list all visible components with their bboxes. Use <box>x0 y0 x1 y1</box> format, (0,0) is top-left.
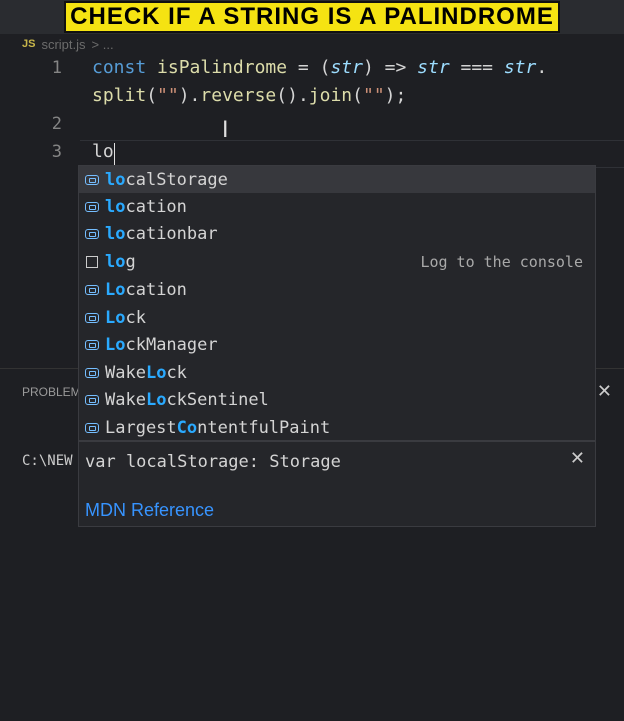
method-join: join <box>308 85 353 106</box>
mdn-reference-link[interactable]: MDN Reference <box>85 500 214 521</box>
method-reverse: reverse <box>200 85 277 106</box>
string-literal: "" <box>362 85 385 106</box>
line-number: 1 <box>51 58 62 78</box>
suggestion-item[interactable]: log Log to the console <box>79 248 595 275</box>
suggestion-item[interactable]: locationbar <box>79 220 595 247</box>
breadcrumb[interactable]: JS script.js > ... <box>0 34 624 54</box>
breadcrumb-filename[interactable]: script.js <box>41 37 85 52</box>
variable-icon <box>79 228 105 239</box>
suggestion-item[interactable]: WakeLockSentinel <box>79 386 595 413</box>
suggestion-widget[interactable]: localStorage location locationbar log Lo… <box>78 165 596 441</box>
suggestion-item[interactable]: LockManager <box>79 331 595 358</box>
suggestion-detail: Log to the console <box>420 252 583 271</box>
variable-icon <box>79 422 105 433</box>
code-line-1: const isPalindrome = (str) => str === st… <box>92 57 547 78</box>
suggestion-item[interactable]: localStorage <box>79 166 595 193</box>
suggestion-label: log <box>105 251 136 272</box>
video-title-banner: CHECK IF A STRING IS A PALINDROME <box>0 0 624 34</box>
suggestion-item[interactable]: WakeLock <box>79 359 595 386</box>
suggestion-label: LockManager <box>105 334 218 355</box>
code-token: ). <box>178 85 201 106</box>
code-token: (). <box>276 85 309 106</box>
suggestion-label: Lock <box>105 307 146 328</box>
suggestion-label: localStorage <box>105 169 228 190</box>
line-number: 2 <box>51 114 62 134</box>
javascript-file-icon: JS <box>22 38 36 50</box>
panel-close-icon[interactable]: ✕ <box>597 381 612 402</box>
code-token: ) => <box>362 57 418 78</box>
code-token: ); <box>384 85 407 106</box>
current-line-highlight <box>80 140 624 168</box>
variable-icon <box>79 367 105 378</box>
breadcrumb-separator: > ... <box>91 36 114 52</box>
suggestion-label: location <box>105 196 187 217</box>
suggestion-label: WakeLockSentinel <box>105 389 269 410</box>
variable-icon <box>79 312 105 323</box>
suggestion-item[interactable]: Lock <box>79 304 595 331</box>
suggestion-label: WakeLock <box>105 362 187 383</box>
code-token: . <box>536 57 548 78</box>
code-token: === <box>449 57 504 78</box>
mouse-ibeam-icon: I <box>222 118 229 143</box>
code-token: = ( <box>287 57 331 78</box>
suggestion-label: locationbar <box>105 223 218 244</box>
keyword-const: const <box>92 57 147 78</box>
code-line-1-wrap: split("").reverse().join(""); <box>92 85 406 106</box>
terminal-prompt[interactable]: C:\NEW <box>22 453 73 469</box>
suggestion-item[interactable]: location <box>79 193 595 220</box>
param-token: str <box>330 57 363 78</box>
variable-icon <box>79 174 105 185</box>
text-cursor <box>114 143 115 165</box>
line-number: 3 <box>51 142 62 162</box>
banner-title: CHECK IF A STRING IS A PALINDROME <box>64 1 560 33</box>
suggestion-item[interactable]: Location <box>79 276 595 303</box>
variable-icon <box>79 339 105 350</box>
type-signature: var localStorage: Storage <box>85 452 341 472</box>
variable-icon <box>79 394 105 405</box>
param-token: str <box>417 57 450 78</box>
tab-problems[interactable]: PROBLEM <box>22 385 81 399</box>
param-token: str <box>503 57 537 78</box>
variable-icon <box>79 201 105 212</box>
snippet-icon <box>79 255 105 268</box>
variable-icon <box>79 284 105 295</box>
suggestion-details: var localStorage: Storage ✕ MDN Referenc… <box>78 441 596 527</box>
code-line-3[interactable]: lo <box>92 141 114 162</box>
suggestion-label: LargestContentfulPaint <box>105 417 331 438</box>
close-icon[interactable]: ✕ <box>570 448 585 469</box>
code-token: ( <box>352 85 363 106</box>
suggestion-item[interactable]: LargestContentfulPaint <box>79 414 595 441</box>
suggestion-label: Location <box>105 279 187 300</box>
function-name: isPalindrome <box>157 57 288 78</box>
string-literal: "" <box>157 85 179 106</box>
method-split: split <box>92 85 147 106</box>
code-token: ( <box>146 85 158 106</box>
